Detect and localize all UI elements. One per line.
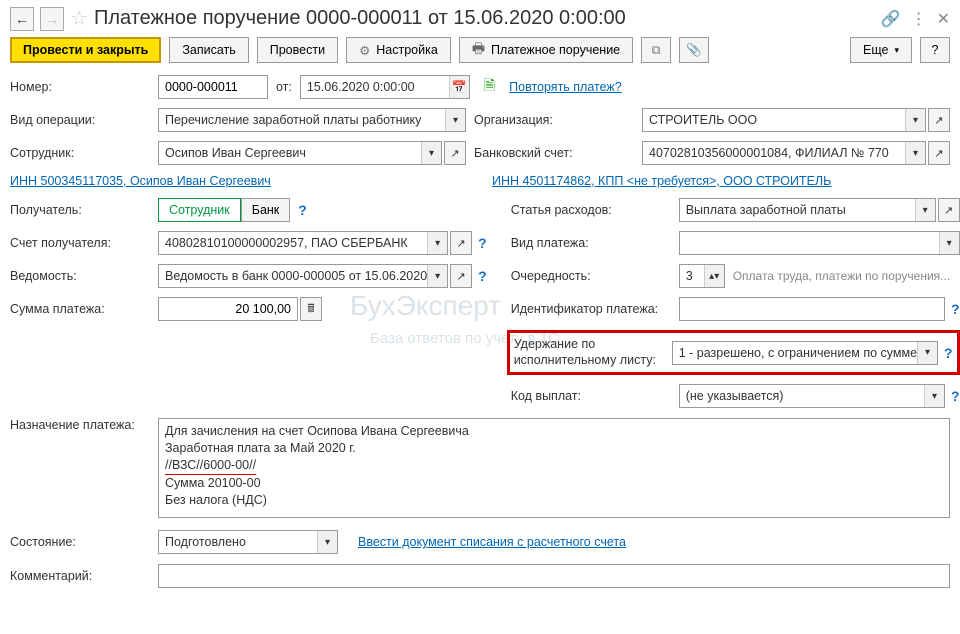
nav-back-button[interactable]: ← bbox=[10, 7, 34, 31]
help-icon[interactable]: ? bbox=[951, 388, 960, 404]
more-button[interactable]: Еще ▾ bbox=[850, 37, 912, 63]
identifier-label: Идентификатор платежа: bbox=[511, 302, 671, 316]
paycode-label: Код выплат: bbox=[511, 389, 671, 403]
recipient-account-label: Счет получателя: bbox=[10, 236, 150, 250]
purpose-label: Назначение платежа: bbox=[10, 418, 150, 432]
chevron-down-icon[interactable]: ▾ bbox=[421, 142, 441, 164]
attach-icon bbox=[686, 43, 702, 58]
open-recipient-account-button[interactable]: ↗ bbox=[450, 231, 472, 255]
order-select[interactable]: 3 ▴▾ bbox=[679, 264, 725, 288]
org-label: Организация: bbox=[474, 113, 634, 127]
chevron-down-icon[interactable]: ▾ bbox=[905, 109, 925, 131]
withholding-highlight: Удержание по исполнительному листу: 1 - … bbox=[507, 330, 960, 375]
withholding-select[interactable]: 1 - разрешено, с ограничением по сумме ▾ bbox=[672, 341, 938, 365]
org-select[interactable]: СТРОИТЕЛЬ ООО ▾ bbox=[642, 108, 926, 132]
amount-label: Сумма платежа: bbox=[10, 302, 150, 316]
post-and-close-button[interactable]: Провести и закрыть bbox=[10, 37, 161, 63]
chevron-down-icon[interactable]: ▾ bbox=[905, 142, 925, 164]
purpose-textarea[interactable]: Для зачисления на счет Осипова Ивана Сер… bbox=[158, 418, 950, 518]
recipient-segmented: Сотрудник Банк bbox=[158, 198, 290, 222]
print-icon bbox=[472, 38, 485, 62]
date-input[interactable]: 15.06.2020 0:00:00 📅 bbox=[300, 75, 470, 99]
comment-input[interactable] bbox=[158, 564, 950, 588]
chevron-down-icon[interactable]: ▾ bbox=[915, 199, 935, 221]
recipient-label: Получатель: bbox=[10, 203, 150, 217]
bank-account-label: Банковский счет: bbox=[474, 146, 634, 160]
gear-icon bbox=[359, 43, 370, 58]
open-employee-button[interactable]: ↗ bbox=[444, 141, 466, 165]
number-input[interactable] bbox=[158, 75, 268, 99]
help-icon[interactable]: ? bbox=[944, 345, 953, 361]
sheet-select[interactable]: Ведомость в банк 0000-000005 от 15.06.20… bbox=[158, 264, 448, 288]
op-type-label: Вид операции: bbox=[10, 113, 150, 127]
expense-select[interactable]: Выплата заработной платы ▾ bbox=[679, 198, 936, 222]
chevron-down-icon[interactable]: ▾ bbox=[317, 531, 337, 553]
employee-select[interactable]: Осипов Иван Сергеевич ▾ bbox=[158, 141, 442, 165]
help-icon[interactable]: ? bbox=[951, 301, 960, 317]
structure-icon bbox=[652, 43, 661, 58]
recipient-account-select[interactable]: 40802810100000002957, ПАО СБЕРБАНК ▾ bbox=[158, 231, 448, 255]
date-from-label: от: bbox=[276, 80, 292, 94]
op-type-select[interactable]: Перечисление заработной платы работнику … bbox=[158, 108, 466, 132]
inn-employee-link[interactable]: ИНН 500345117035, Осипов Иван Сергеевич bbox=[10, 174, 271, 188]
payment-type-select[interactable]: ▾ bbox=[679, 231, 960, 255]
paycode-select[interactable]: (не указывается) ▾ bbox=[679, 384, 945, 408]
toolbar: Провести и закрыть Записать Провести Нас… bbox=[10, 37, 950, 63]
chevron-down-icon[interactable]: ▾ bbox=[427, 232, 447, 254]
inn-org-link[interactable]: ИНН 4501174862, КПП <не требуется>, ООО … bbox=[492, 174, 831, 188]
open-sheet-button[interactable]: ↗ bbox=[450, 264, 472, 288]
enter-writeoff-link[interactable]: Ввести документ списания с расчетного сч… bbox=[358, 535, 626, 549]
settings-button[interactable]: Настройка bbox=[346, 37, 451, 63]
chevron-down-icon[interactable]: ▾ bbox=[445, 109, 465, 131]
titlebar: ← → ☆ Платежное поручение 0000-000011 от… bbox=[10, 6, 950, 31]
attach-button[interactable] bbox=[679, 37, 709, 63]
repeat-payment-link[interactable]: Повторять платеж? bbox=[509, 80, 622, 94]
sheet-label: Ведомость: bbox=[10, 269, 150, 283]
repeat-doc-icon[interactable]: 🗎 bbox=[484, 75, 495, 99]
open-expense-button[interactable]: ↗ bbox=[938, 198, 960, 222]
structure-button[interactable] bbox=[641, 37, 671, 63]
help-icon[interactable]: ? bbox=[298, 202, 307, 218]
chevron-down-icon[interactable]: ▾ bbox=[427, 265, 447, 287]
print-button[interactable]: Платежное поручение bbox=[459, 37, 633, 63]
comment-label: Комментарий: bbox=[10, 569, 150, 583]
open-bank-account-button[interactable]: ↗ bbox=[928, 141, 950, 165]
withholding-label: Удержание по исполнительному листу: bbox=[514, 337, 664, 368]
order-hint: Оплата труда, платежи по поручения... bbox=[733, 269, 950, 283]
number-label: Номер: bbox=[10, 80, 150, 94]
help-icon[interactable]: ? bbox=[478, 268, 487, 284]
segment-bank[interactable]: Банк bbox=[241, 198, 291, 222]
favorite-star-icon[interactable]: ☆ bbox=[70, 6, 88, 31]
stepper-button[interactable]: ▴▾ bbox=[704, 265, 724, 287]
state-select[interactable]: Подготовлено ▾ bbox=[158, 530, 338, 554]
post-button[interactable]: Провести bbox=[257, 37, 338, 63]
save-button[interactable]: Записать bbox=[169, 37, 248, 63]
bank-account-select[interactable]: 40702810356000001084, ФИЛИАЛ № 770 ▾ bbox=[642, 141, 926, 165]
amount-input[interactable] bbox=[158, 297, 298, 321]
order-label: Очередность: bbox=[511, 269, 671, 283]
close-icon[interactable]: ✕ bbox=[937, 9, 950, 29]
link-icon[interactable]: 🔗 bbox=[881, 9, 901, 29]
help-icon[interactable]: ? bbox=[478, 235, 487, 251]
vzs-marker: //ВЗС//6000-00// bbox=[165, 457, 256, 475]
calendar-icon[interactable]: 📅 bbox=[449, 76, 469, 98]
window-title: Платежное поручение 0000-000011 от 15.06… bbox=[94, 7, 875, 30]
employee-label: Сотрудник: bbox=[10, 146, 150, 160]
chevron-down-icon[interactable]: ▾ bbox=[939, 232, 959, 254]
chevron-down-icon[interactable]: ▾ bbox=[917, 342, 937, 364]
amount-calc-button[interactable]: 🖩 bbox=[300, 297, 322, 321]
state-label: Состояние: bbox=[10, 535, 150, 549]
identifier-input[interactable] bbox=[679, 297, 945, 321]
payment-type-label: Вид платежа: bbox=[511, 236, 671, 250]
kebab-menu-icon[interactable]: ⋮ bbox=[911, 9, 927, 29]
nav-forward-button: → bbox=[40, 7, 64, 31]
chevron-down-icon[interactable]: ▾ bbox=[924, 385, 944, 407]
segment-employee[interactable]: Сотрудник bbox=[158, 198, 241, 222]
expense-label: Статья расходов: bbox=[511, 203, 671, 217]
open-org-button[interactable]: ↗ bbox=[928, 108, 950, 132]
help-button[interactable]: ? bbox=[920, 37, 950, 63]
